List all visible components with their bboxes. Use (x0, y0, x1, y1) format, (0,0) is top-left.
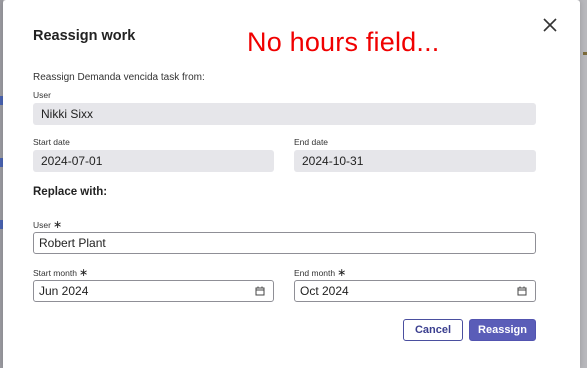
cancel-button[interactable]: Cancel (403, 319, 463, 341)
close-icon[interactable] (541, 16, 559, 34)
from-end-date-field: 2024-10-31 (294, 150, 536, 172)
from-user-field: Nikki Sixx (33, 103, 536, 125)
from-start-date-label: Start date (33, 137, 70, 147)
end-month-label: End month ∗ (294, 267, 347, 279)
background-indicator (583, 52, 587, 55)
end-month-value: Oct 2024 (300, 284, 349, 298)
start-month-input[interactable]: Jun 2024 (33, 280, 274, 302)
start-month-value: Jun 2024 (39, 284, 89, 298)
replace-with-heading: Replace with: (33, 186, 108, 198)
annotation-text: No hours field... (247, 27, 440, 57)
from-start-date-field: 2024-07-01 (33, 150, 274, 172)
reassign-from-label: Reassign Demanda vencida task from: (33, 72, 205, 83)
replace-user-label: User ∗ (33, 219, 63, 231)
reassign-button[interactable]: Reassign (469, 319, 536, 341)
calendar-icon[interactable] (517, 286, 527, 296)
start-month-label: Start month ∗ (33, 267, 89, 279)
required-indicator: ∗ (337, 267, 347, 279)
calendar-icon[interactable] (255, 286, 265, 296)
replace-user-input[interactable]: Robert Plant (33, 232, 536, 254)
from-end-date-label: End date (294, 137, 329, 147)
dialog-title: Reassign work (33, 28, 136, 44)
required-indicator: ∗ (78, 267, 89, 279)
from-user-label: User (33, 90, 51, 100)
required-indicator: ∗ (52, 219, 63, 231)
end-month-input[interactable]: Oct 2024 (294, 280, 536, 302)
reassign-work-dialog: Reassign work No hours field... Reassign… (3, 0, 580, 368)
